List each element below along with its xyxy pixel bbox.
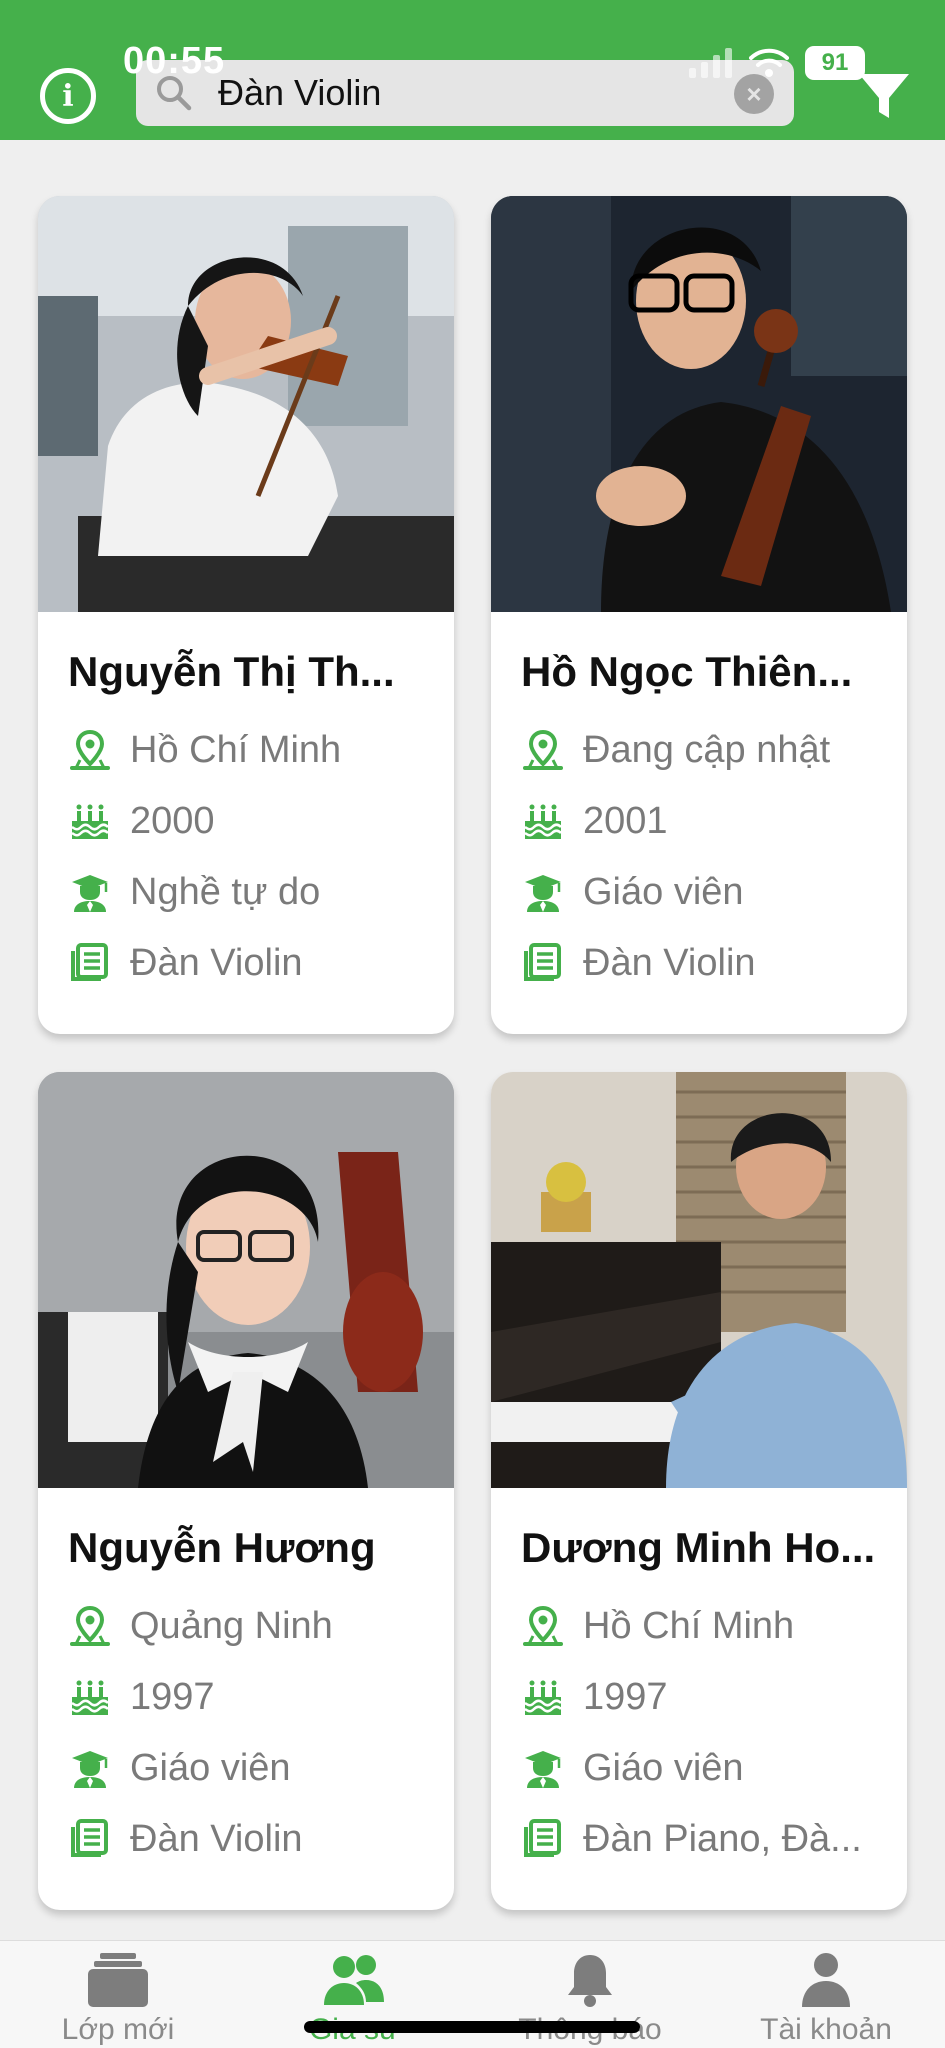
- tutor-location: Đang cập nhật: [583, 728, 831, 771]
- tutor-location-row: Hồ Chí Minh: [521, 1598, 794, 1654]
- location-pin-icon: [68, 1604, 112, 1648]
- tutor-name: Hồ Ngọc Thiên...: [521, 648, 853, 695]
- tutor-name: Nguyễn Thị Th...: [68, 648, 395, 695]
- tab-label: Tài khoản: [760, 2013, 892, 2046]
- info-icon[interactable]: i: [40, 68, 96, 124]
- birthday-cake-icon: [521, 799, 565, 843]
- filter-icon[interactable]: [855, 66, 913, 124]
- location-pin-icon: [521, 728, 565, 772]
- tutor-photo: [38, 1072, 454, 1488]
- book-icon: [521, 1817, 565, 1861]
- tutor-birth-year: 2000: [130, 799, 215, 842]
- tutor-birth-year-row: 1997: [68, 1669, 215, 1725]
- status-indicators: 91: [689, 46, 865, 80]
- tutor-photo: [491, 196, 907, 612]
- account-person-icon: [802, 1953, 850, 2007]
- graduate-icon: [68, 870, 112, 914]
- tutor-location: Hồ Chí Minh: [130, 728, 342, 771]
- birthday-cake-icon: [68, 1675, 112, 1719]
- tutor-photo: [38, 196, 454, 612]
- tab-account[interactable]: Tài khoản: [708, 1941, 944, 2048]
- tutor-birth-year: 1997: [130, 1675, 215, 1718]
- tutor-birth-year-row: 2000: [68, 793, 215, 849]
- tutor-birth-year-row: 1997: [521, 1669, 668, 1725]
- tutor-birth-year: 2001: [583, 799, 668, 842]
- tutor-location: Quảng Ninh: [130, 1604, 333, 1647]
- location-pin-icon: [521, 1604, 565, 1648]
- graduate-icon: [68, 1746, 112, 1790]
- tutor-photo: [491, 1072, 907, 1488]
- tutor-location: Hồ Chí Minh: [583, 1604, 795, 1647]
- tutor-location-row: Đang cập nhật: [521, 722, 830, 778]
- tutor-birth-year: 1997: [583, 1675, 668, 1718]
- tutor-occupation: Giáo viên: [583, 1746, 744, 1789]
- tutor-card[interactable]: Dương Minh Ho... Hồ Chí Minh 1997 Giáo v…: [491, 1072, 907, 1910]
- book-icon: [68, 1817, 112, 1861]
- tutor-occupation-row: Giáo viên: [521, 864, 744, 920]
- tab-new-classes[interactable]: Lớp mới: [0, 1941, 236, 2048]
- tutor-occupation-row: Giáo viên: [68, 1740, 291, 1796]
- graduate-icon: [521, 870, 565, 914]
- tutor-occupation: Giáo viên: [583, 870, 744, 913]
- wifi-icon: [749, 48, 789, 77]
- tutor-card[interactable]: Hồ Ngọc Thiên... Đang cập nhật 2001 Giáo…: [491, 196, 907, 1034]
- clear-icon[interactable]: ×: [734, 74, 774, 114]
- tutors-people-icon: [324, 1955, 384, 2005]
- birthday-cake-icon: [68, 799, 112, 843]
- search-input[interactable]: Đàn Violin: [218, 72, 381, 114]
- tutor-occupation: Nghề tự do: [130, 870, 321, 913]
- tutor-occupation: Giáo viên: [130, 1746, 291, 1789]
- tutor-name: Nguyễn Hương: [68, 1524, 376, 1571]
- signal-icon: [689, 48, 732, 78]
- tutor-occupation-row: Giáo viên: [521, 1740, 744, 1796]
- book-icon: [521, 941, 565, 985]
- tutor-location-row: Quảng Ninh: [68, 1598, 333, 1654]
- tutor-birth-year-row: 2001: [521, 793, 668, 849]
- classes-stack-icon: [88, 1953, 148, 2007]
- tutor-card[interactable]: Nguyễn Hương Quảng Ninh 1997 Giáo viên Đ…: [38, 1072, 454, 1910]
- tutor-subjects-row: Đàn Violin: [521, 935, 756, 991]
- status-time: 00:55: [123, 40, 226, 82]
- tutor-subjects: Đàn Violin: [583, 941, 756, 984]
- tutor-occupation-row: Nghề tự do: [68, 864, 320, 920]
- home-indicator: [304, 2021, 640, 2033]
- top-app-bar: i Đàn Violin × 00:55 91: [0, 0, 945, 140]
- location-pin-icon: [68, 728, 112, 772]
- tutor-name: Dương Minh Ho...: [521, 1524, 876, 1571]
- birthday-cake-icon: [521, 1675, 565, 1719]
- tutor-subjects-row: Đàn Violin: [68, 935, 303, 991]
- tutor-location-row: Hồ Chí Minh: [68, 722, 341, 778]
- bell-icon: [568, 1955, 612, 2007]
- tab-label: Lớp mới: [61, 2013, 175, 2046]
- tutor-subjects: Đàn Violin: [130, 941, 303, 984]
- tutor-subjects-row: Đàn Violin: [68, 1811, 303, 1867]
- tutor-subjects: Đàn Piano, Đà...: [583, 1817, 862, 1860]
- graduate-icon: [521, 1746, 565, 1790]
- book-icon: [68, 941, 112, 985]
- tutor-subjects-row: Đàn Piano, Đà...: [521, 1811, 862, 1867]
- tutor-subjects: Đàn Violin: [130, 1817, 303, 1860]
- tutor-card[interactable]: Nguyễn Thị Th... Hồ Chí Minh 2000 Nghề t…: [38, 196, 454, 1034]
